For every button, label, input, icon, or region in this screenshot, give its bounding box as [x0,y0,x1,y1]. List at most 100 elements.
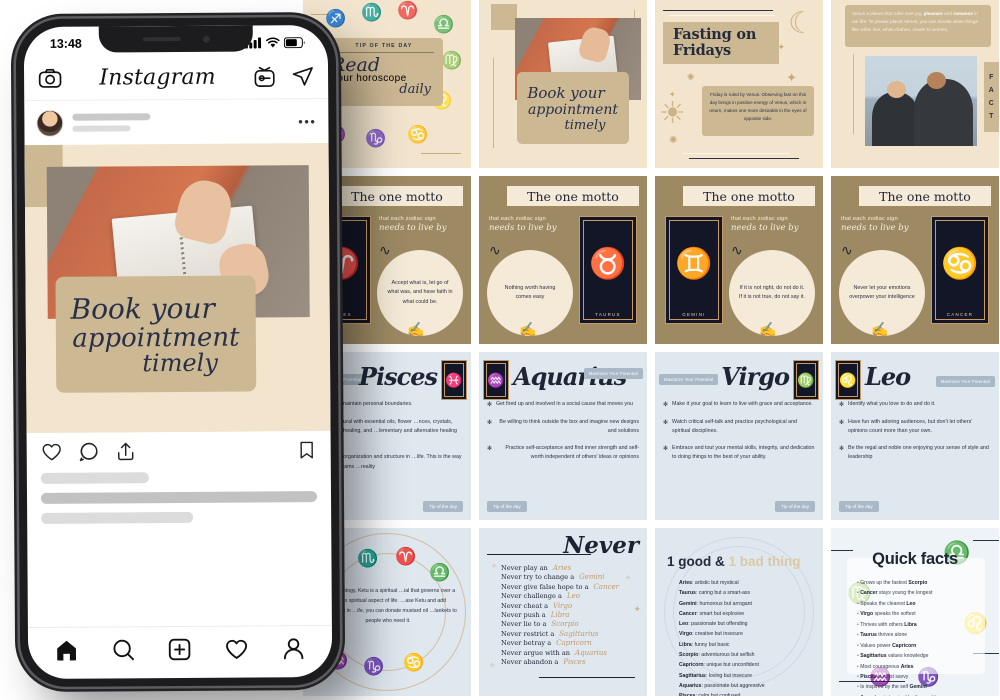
fact-sign: Virgo [860,611,874,618]
star-bullet-icon: ✻ [487,402,493,408]
post-tile-book-appointment[interactable]: Book your appointment timely [479,0,647,168]
sign-tip-list: ✻ Make it your goal to learn to live with… [663,400,815,470]
post-tile-fasting-on-fridays[interactable]: ☾ ✦ ✦ ✺ ✦ ✺ ☀ Fasting on Fridays Friday … [655,0,823,168]
sign-tip-list: ✻ Identify what you love to do and do it.… [839,400,991,470]
status-time: 13:48 [49,36,82,51]
never-list: Never play an Aries Never try to change a… [501,564,619,667]
motto-subtitle: that each zodiac sign needs to live by [489,216,557,233]
swirl-decoration: ✍ [519,321,537,337]
list-item: ✻ Be the regal and noble one enjoying you… [839,444,991,463]
sign-trait: : creative but insecure [692,631,743,638]
never-sign: Scorpio [551,620,579,629]
bullet-icon: • [857,621,859,628]
caption-line-1: Book your [527,83,605,102]
motto-subtitle: that each zodiac sign needs to live by [841,216,909,233]
motto-subtitle: that each zodiac sign needs to live by [379,216,447,233]
post-media[interactable]: Book your appointment timely [24,142,331,434]
post-options-button[interactable]: ••• [298,114,316,129]
never-prefix: Never give false hope to a [501,582,589,591]
never-sign: Leo [566,592,580,601]
heart-icon[interactable] [41,441,63,463]
bullet-icon: • [857,632,859,639]
post-tile-venus-fact[interactable]: Venus a planet that rules over joy, plea… [831,0,999,168]
sign-name: Libra [679,641,692,648]
list-item: Never give false hope to a Cancer [501,583,619,591]
list-item-text: …re a natural with essential oils, flowe… [320,418,457,444]
post-tile-sign-aquarius[interactable]: ♒ Aquarius Maximize Your Potential ✻ Get … [479,352,647,520]
bullet-icon: • [857,611,859,618]
person-icon[interactable] [281,636,306,661]
post-tile-good-and-bad[interactable]: 1 good & 1 bad thing Aries: artistic but… [655,528,823,696]
fact-prefix: Values power [860,642,893,649]
tip-label: TIP OF THE DAY [334,43,434,53]
post-tile-motto-gemini[interactable]: The one motto ♊ GEMINI that each zodiac … [655,176,823,344]
sign-name: Aquarius [679,682,702,689]
fact-sign: Taurus [860,632,877,639]
swirl-decoration: ∿ [489,242,501,258]
sign-trait: : unique but unconfident [703,662,759,669]
fact-suffix: thrives alone [876,632,908,639]
tarot-card-name: TAURUS [595,312,621,317]
fact-letter-f: F [989,74,994,81]
sparkle-icon: ✦ [786,70,797,85]
sign-trait: : caring but a smart-ass [695,590,751,597]
comment-icon[interactable] [78,441,100,463]
send-direct-icon[interactable] [291,65,314,88]
capricorn-glyph-icon: ♑ [363,657,385,676]
sparkle-icon: ✧ [491,563,497,570]
search-icon[interactable] [111,637,136,662]
post-tile-never[interactable]: Never ✧ ✧ ✦ ✧ Never play an Aries Never t… [479,528,647,696]
post-tile-sign-virgo[interactable]: Maximize Your Potential Virgo ♍ ✻ Make it… [655,352,823,520]
fact-sign: Pisces [860,673,877,680]
list-item: Leo: passionate but offending [679,619,765,629]
post-tile-quick-facts[interactable]: ♎ ♍ ♌ ♒ ♑ Quick facts • Grows up the fas… [831,528,999,696]
post-tile-motto-taurus[interactable]: The one motto ♉ TAURUS that each zodiac … [479,176,647,344]
motto-subtitle: that each zodiac sign needs to live by [731,216,799,233]
fact-suffix: speaks the softest [873,611,916,618]
caption-card: Book your appointment timely [55,275,257,393]
bookmark-icon[interactable] [297,440,317,460]
swirl-decoration: ✍ [871,321,889,337]
bullet-icon: • [857,580,859,586]
never-sign: Pisces [563,657,586,666]
rule-bottom [539,676,635,678]
aries-glyph-icon: ♈ [395,547,417,566]
cancer-glyph-icon: ♋ [941,247,979,281]
phone-mockup: 13:48 Instagram ••• Book your appointmen… [15,16,341,688]
person-right-shape [914,79,973,146]
list-item-text: Get fired up and involved in a social ca… [496,401,633,407]
list-item: Never betray a Capricorn [501,639,619,647]
heart-icon[interactable] [224,637,249,662]
sign-trait: : passionate but offending [688,621,748,628]
list-item-text: Make it your goal to learn to live with … [672,401,813,407]
caption-line-3: timely [142,348,218,377]
sparkle-icon: ✺ [669,135,678,146]
never-prefix: Never lie to a [501,620,547,629]
list-item: Never push a Libra [501,611,619,619]
home-icon[interactable] [54,638,79,663]
avatar[interactable] [36,109,64,137]
list-item: • Speaks the clearest Leo [857,599,936,609]
plus-square-icon[interactable] [167,637,192,662]
good-bad-list: Aries: artistic but mystical Taurus: car… [679,578,765,696]
camera-icon[interactable] [38,66,62,90]
sign-trait: : passionate but aggressive [701,682,765,689]
post-tile-motto-cancer[interactable]: The one motto ♋ CANCER that each zodiac … [831,176,999,344]
list-item: Pisces: calm but confused [679,691,765,696]
fact-text-romance: romance [953,11,973,16]
bullet-icon: • [857,590,859,597]
never-prefix: Never restrict a [501,629,555,638]
fact-prefix: Grows up the fastest [860,580,909,586]
motto-subtitle-1: that each zodiac sign [841,216,898,222]
list-item: ✻ Get fired up and involved in a social c… [487,400,639,411]
motto-subtitle-2: needs to live by [489,223,557,233]
swirl-decoration: ∿ [731,242,743,258]
sparkle-icon: ✺ [687,72,695,82]
share-icon[interactable] [115,440,137,462]
igtv-icon[interactable] [253,65,276,88]
status-indicators [244,36,306,49]
fact-letter-c: C [988,100,995,107]
post-tile-sign-leo[interactable]: ♌ Leo Maximize Your Potential ✻ Identify … [831,352,999,520]
divider-left [493,58,494,148]
list-item: • Taurus thrives alone [857,630,936,640]
